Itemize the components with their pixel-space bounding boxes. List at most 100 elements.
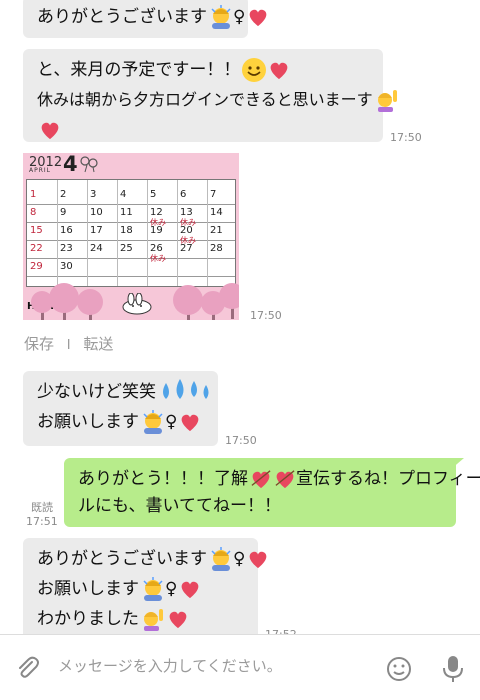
my-message-bubble: ありがとう！！！了解 宣伝するね！プロフィー ルにも、書いててねー！！ [64, 458, 480, 527]
smiling-face-icon [242, 58, 267, 82]
calendar-note: 休み [150, 218, 166, 227]
calendar-col-line [87, 180, 88, 286]
tree-icon [219, 283, 239, 309]
calendar-day: 22 [30, 243, 43, 254]
timestamp: 17:51 [26, 515, 58, 528]
female-sign: ♀ [165, 579, 178, 599]
microphone-icon[interactable] [440, 653, 466, 685]
calendar-day: 18 [120, 225, 133, 236]
calendar-day: 15 [30, 225, 43, 236]
calendar-grid: 1 2 3 4 5 6 7 8 9 10 11 12 13 14 15 16 17 18 19 20 21 22 23 24 2… [26, 179, 236, 287]
calendar-day: 5 [150, 189, 157, 200]
message-text: ありがとうございます [37, 7, 207, 27]
calendar-col-line [117, 180, 118, 286]
message-line: 休みは朝から夕方ログインできると思いまーす [37, 85, 397, 115]
calendar-col-line [177, 180, 178, 286]
calendar-day: 23 [60, 243, 73, 254]
calendar-col-line [57, 180, 58, 286]
bowing-person-icon [211, 5, 231, 29]
calendar-day: 29 [30, 261, 43, 272]
calendar-day: 4 [120, 189, 127, 200]
message-text: ありがとう！！！了解 [78, 469, 248, 489]
separator: I [66, 338, 71, 353]
calendar-day: 14 [210, 207, 223, 218]
bowing-person-icon [211, 547, 231, 571]
message-text: ありがとうございます [37, 549, 207, 569]
message-bubble: ありがとうございます ♀ お願いします ♀ わかりました [23, 538, 267, 642]
calendar-day: 2 [60, 189, 67, 200]
person-raising-hand-icon [144, 609, 163, 631]
tree-icon [173, 285, 203, 315]
calendar-day: 7 [210, 189, 217, 200]
calendar-day: 10 [90, 207, 103, 218]
attachment-icon[interactable] [14, 655, 40, 681]
calendar-row-line [27, 258, 235, 259]
message-line: と、来月の予定ですー！！ [37, 55, 369, 85]
sweat-droplets-icon [163, 379, 209, 399]
message-line: ありがとうございます ♀ [37, 2, 267, 32]
calendar-day: 9 [60, 207, 67, 218]
female-sign: ♀ [165, 412, 178, 432]
heart-icon [250, 9, 267, 27]
message-text: と、来月の予定ですー！！ [37, 60, 241, 80]
bowing-person-icon [143, 410, 163, 434]
read-receipt: 既読 [31, 501, 53, 514]
timestamp: 17:50 [390, 131, 422, 144]
female-sign: ♀ [233, 549, 246, 569]
heart-icon [270, 62, 288, 80]
message-line [37, 115, 369, 145]
calendar-row-line [27, 204, 235, 205]
tree-icon [49, 283, 79, 313]
calendar-day: 25 [120, 243, 133, 254]
calendar-day: 24 [90, 243, 103, 254]
message-text: 少ないけど笑笑 [37, 382, 156, 402]
female-sign: ♀ [233, 7, 246, 27]
message-text: お願いします [37, 412, 139, 432]
calendar-day: 16 [60, 225, 73, 236]
rabbit-icon [122, 293, 152, 315]
message-input[interactable]: メッセージを入力してください。 [58, 655, 282, 676]
bubble-tail [450, 458, 464, 470]
person-raising-hand-icon [377, 90, 397, 112]
heart-arrow-icon [251, 470, 271, 489]
calendar-day: 17 [90, 225, 103, 236]
emoji-icon[interactable] [385, 655, 413, 683]
message-text: 休みは朝から夕方ログインできると思いまーす [37, 90, 373, 109]
calendar-day: 8 [30, 207, 37, 218]
heart-icon [182, 581, 199, 599]
message-bubble: 少ないけど笑笑 お願いします ♀ [23, 371, 218, 446]
message-line: 少ないけど笑笑 [37, 377, 209, 407]
message-line: お願いします ♀ [37, 574, 244, 604]
message-text: お願いします [37, 579, 139, 599]
calendar-day: 6 [180, 189, 187, 200]
bowing-person-icon [143, 577, 163, 601]
heart-icon [169, 611, 187, 629]
calendar-col-line [147, 180, 148, 286]
forward-button[interactable]: 転送 [83, 335, 113, 353]
calendar-image[interactable]: 2012 APRIL 4 1 2 3 4 5 6 7 8 9 10 11 12 13 14 15 16 17 18… [23, 153, 239, 320]
heart-arrow-icon [275, 470, 295, 489]
message-line: ありがとうございます ♀ [37, 544, 267, 574]
calendar-day: 21 [210, 225, 223, 236]
calendar-row-line [27, 222, 235, 223]
heart-icon [250, 551, 267, 569]
save-button[interactable]: 保存 [24, 335, 54, 353]
calendar-month: 4 [63, 153, 78, 176]
calendar-note: 休み [150, 254, 166, 263]
calendar-note: 休み [180, 236, 196, 245]
calendar-day: 30 [60, 261, 73, 272]
message-line: お願いします ♀ [37, 407, 204, 437]
message-text: ルにも、書いててねー！！ [78, 496, 281, 516]
timestamp: 17:50 [225, 434, 257, 447]
timestamp: 17:50 [250, 309, 282, 322]
message-text: 宣伝するね！プロフィー [296, 469, 480, 489]
heart-icon [182, 414, 199, 432]
message-text: わかりました [37, 609, 139, 629]
calendar-day: 28 [210, 243, 223, 254]
heart-icon [41, 122, 59, 140]
calendar-day: 1 [30, 189, 37, 200]
message-line: ありがとう！！！了解 宣伝するね！プロフィー [78, 466, 480, 493]
calendar-day: 3 [90, 189, 97, 200]
message-input-bar: メッセージを入力してください。 [0, 634, 480, 700]
calendar-month-name: APRIL [29, 167, 52, 174]
